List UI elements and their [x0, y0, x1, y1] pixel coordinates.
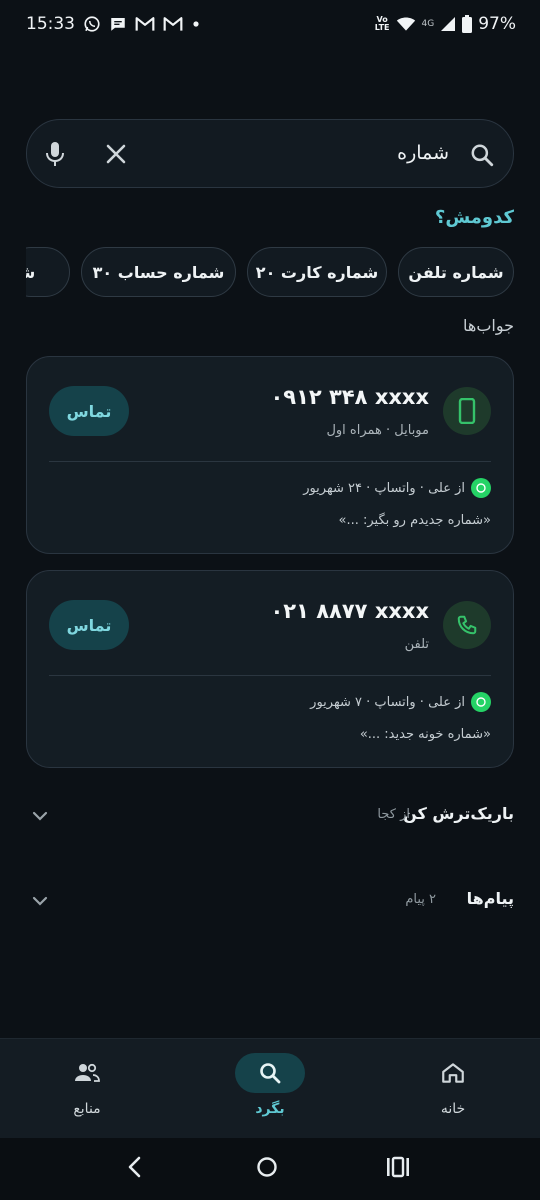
phone-number: ۰۹۱۲ ۳۴۸ xxxx: [270, 385, 429, 409]
status-time: 15:33: [26, 14, 75, 34]
nav-label: بگرد: [255, 1101, 285, 1117]
search-icon[interactable]: [235, 1053, 305, 1093]
whatsapp-icon: [83, 15, 101, 33]
network-type: 4G: [421, 19, 435, 29]
answers-heading: جواب‌ها: [463, 316, 514, 335]
result-card: ۰۲۱ ۸۸۷۷ xxxx تلفن تماس از علی · واتساپ …: [26, 570, 514, 768]
whatsapp-icon: [471, 478, 491, 498]
chevron-down-icon[interactable]: [30, 891, 50, 915]
chip-sheba[interactable]: شبا: [26, 247, 70, 297]
chip-card-number[interactable]: شماره کارت ۲۰: [247, 247, 387, 297]
accordion-title: پیام‌ها: [466, 889, 514, 908]
nav-sources[interactable]: منابع: [27, 1039, 147, 1139]
gmail-icon: [135, 16, 155, 32]
source-line: از علی · واتساپ · ۲۴ شهریور: [303, 478, 491, 498]
volte-indicator: Vo LTE: [374, 15, 390, 32]
battery-icon: [462, 15, 473, 33]
card-divider: [49, 675, 491, 676]
wifi-icon: [396, 16, 416, 32]
mic-icon[interactable]: [45, 141, 65, 171]
search-icon[interactable]: [469, 142, 495, 172]
status-bar: 15:33 Vo LTE 4G 97%: [0, 0, 540, 52]
accordion-subtitle: از کجا: [377, 807, 410, 822]
nav-search[interactable]: بگرد: [210, 1039, 330, 1139]
call-button[interactable]: تماس: [49, 600, 129, 650]
nav-label: منابع: [73, 1101, 101, 1117]
home-icon[interactable]: [418, 1053, 488, 1093]
quote-text: «شماره خونه جدید: ...»: [359, 727, 491, 742]
notification-dot-icon: [191, 19, 201, 29]
system-navigation-bar: [0, 1138, 540, 1200]
card-divider: [49, 461, 491, 462]
narrow-down-section[interactable]: باریک‌ترش کن از کجا: [26, 796, 514, 836]
chip-account-number[interactable]: شماره حساب ۳۰: [81, 247, 236, 297]
people-icon[interactable]: [52, 1053, 122, 1093]
disambiguation-prompt: کدومش؟: [434, 207, 514, 228]
back-icon[interactable]: [124, 1156, 146, 1182]
messages-section[interactable]: پیام‌ها ۲ پیام: [26, 881, 514, 921]
nav-home[interactable]: خانه: [393, 1039, 513, 1139]
recents-icon[interactable]: [386, 1156, 410, 1182]
accordion-subtitle: ۲ پیام: [405, 892, 436, 907]
source-text: از علی · واتساپ · ۷ شهریور: [310, 694, 465, 710]
mobile-phone-icon: [443, 387, 491, 435]
call-button[interactable]: تماس: [49, 386, 129, 436]
gmail-icon: [163, 16, 183, 32]
bottom-navigation: خانه بگرد منابع: [0, 1038, 540, 1139]
carrier-label: موبایل · همراه اول: [326, 423, 429, 438]
nav-label: خانه: [440, 1101, 466, 1117]
result-card: ۰۹۱۲ ۳۴۸ xxxx موبایل · همراه اول تماس از…: [26, 356, 514, 554]
source-line: از علی · واتساپ · ۷ شهریور: [310, 692, 491, 712]
quote-text: «شماره جدیدم رو بگیر: ...»: [338, 513, 491, 528]
home-button-icon[interactable]: [256, 1156, 278, 1182]
status-left: 15:33: [26, 14, 201, 34]
accordion-title: باریک‌ترش کن: [403, 804, 514, 823]
status-right: Vo LTE 4G 97%: [375, 14, 516, 34]
message-icon: [109, 15, 127, 33]
chip-phone-number[interactable]: شماره تلفن: [398, 247, 514, 297]
source-text: از علی · واتساپ · ۲۴ شهریور: [303, 480, 465, 496]
whatsapp-icon: [471, 692, 491, 712]
chevron-down-icon[interactable]: [30, 806, 50, 830]
signal-icon: [440, 16, 456, 32]
search-input[interactable]: شماره: [397, 142, 449, 164]
landline-phone-icon: [443, 601, 491, 649]
phone-number: ۰۲۱ ۸۸۷۷ xxxx: [270, 599, 429, 623]
battery-percent: 97%: [478, 14, 516, 34]
chip-row: شماره تلفن شماره کارت ۲۰ شماره حساب ۳۰ ش…: [26, 247, 514, 299]
search-bar[interactable]: شماره: [26, 119, 514, 188]
carrier-label: تلفن: [404, 637, 429, 652]
clear-icon[interactable]: [105, 143, 127, 169]
